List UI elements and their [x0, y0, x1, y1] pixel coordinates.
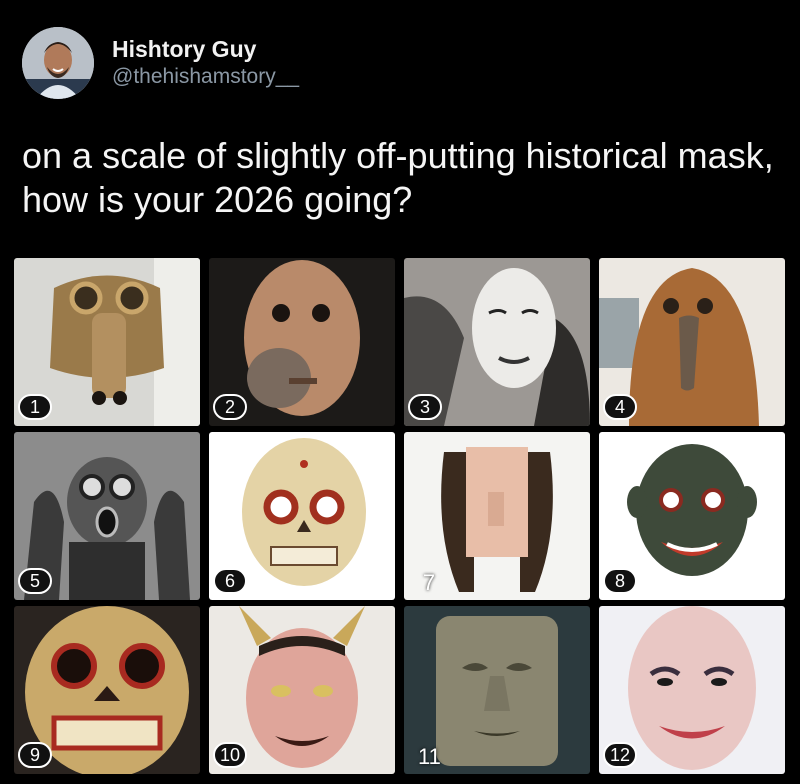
mask-image-4[interactable]: 4: [599, 258, 785, 426]
mask-number-badge: 3: [408, 394, 442, 420]
mask-image-1[interactable]: 1: [14, 258, 200, 426]
tweet-text: on a scale of slightly off-putting histo…: [22, 135, 774, 220]
mask-number-badge: 2: [213, 394, 247, 420]
mask-image-3[interactable]: 3: [404, 258, 590, 426]
mask-image-5[interactable]: 5: [14, 432, 200, 600]
mask-number-badge: 1: [18, 394, 52, 420]
mask-number-badge: 4: [603, 394, 637, 420]
mask-number-badge: 9: [18, 742, 52, 768]
author-display-name[interactable]: Hishtory Guy: [112, 35, 299, 63]
profile-photo-icon: [22, 27, 94, 99]
mask-number-badge: 6: [213, 568, 247, 594]
mask-image-12[interactable]: 12: [599, 606, 785, 774]
mask-image-7[interactable]: 7: [404, 432, 590, 600]
mask-image-11[interactable]: 11: [404, 606, 590, 774]
mask-image-2[interactable]: 2: [209, 258, 395, 426]
mask-image-9[interactable]: 9: [14, 606, 200, 774]
mask-image-6[interactable]: 6: [209, 432, 395, 600]
mask-number-badge: 8: [603, 568, 637, 594]
mask-number-badge: 10: [213, 742, 247, 768]
tweet-header: Hishtory Guy @thehishamstory__: [22, 22, 299, 104]
mask-number-badge: 7: [422, 570, 436, 595]
mask-image-grid[interactable]: 1 2 3 4 5 6 7 8 9 10 11 12: [14, 258, 786, 782]
avatar[interactable]: [22, 27, 94, 99]
author-handle[interactable]: @thehishamstory__: [112, 63, 299, 91]
mask-image-8[interactable]: 8: [599, 432, 785, 600]
mask-image-10[interactable]: 10: [209, 606, 395, 774]
mask-number-badge: 5: [18, 568, 52, 594]
mask-number-badge: 12: [603, 742, 637, 768]
mask-number-badge: 11: [418, 744, 441, 769]
